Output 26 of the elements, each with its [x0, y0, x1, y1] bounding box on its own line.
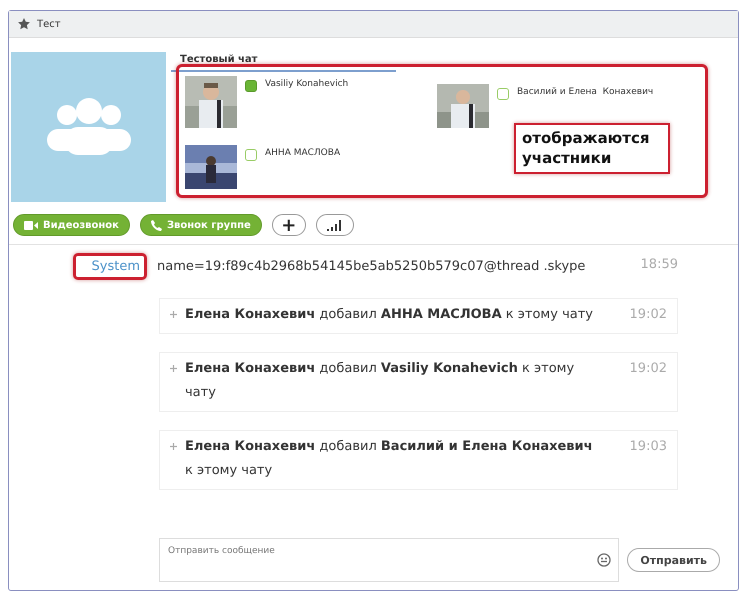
video-camera-icon: [24, 220, 38, 230]
participant-name[interactable]: Василий и Елена Конахевич: [517, 87, 654, 97]
add-button[interactable]: +: [272, 214, 306, 236]
plus-icon: [170, 365, 177, 372]
plus-icon: [170, 311, 177, 318]
message-time: 19:02: [628, 306, 667, 324]
message-field[interactable]: Отправить сообщение: [159, 538, 620, 582]
signal-bars-icon: [326, 220, 343, 230]
send-button[interactable]: Отправить: [627, 548, 720, 572]
event-text: Елена Конахевич добавил АННА МАСЛОВА к этому чату: [185, 306, 594, 324]
call-quality-button[interactable]: [316, 214, 354, 236]
phone-icon: [150, 220, 162, 230]
message-time: 18:59: [640, 256, 678, 274]
star-icon: [17, 17, 31, 31]
event-text: Елена Конахевич добавил Vasiliy Konahevich к этому чату: [185, 360, 576, 402]
participant-name[interactable]: Vasiliy Konahevich: [265, 79, 348, 89]
plus-icon: [170, 443, 177, 450]
chat-title: Тестовый чат: [180, 54, 258, 65]
smiley-icon[interactable]: [597, 553, 612, 567]
message-time: 19:03: [628, 438, 667, 456]
participant-name[interactable]: АННА МАСЛОВА: [265, 148, 340, 158]
window-title: Тест: [37, 18, 61, 30]
message-text: name=19:f89c4b2968b54145be5ab5250b579c07@thread .skype: [157, 258, 586, 276]
message-time: 19:02: [628, 360, 667, 378]
annotation-label: отображаются участники: [514, 123, 670, 174]
event-text: Елена Конахевич добавил Василий и Елена Конахевич к этому чату: [185, 438, 594, 480]
